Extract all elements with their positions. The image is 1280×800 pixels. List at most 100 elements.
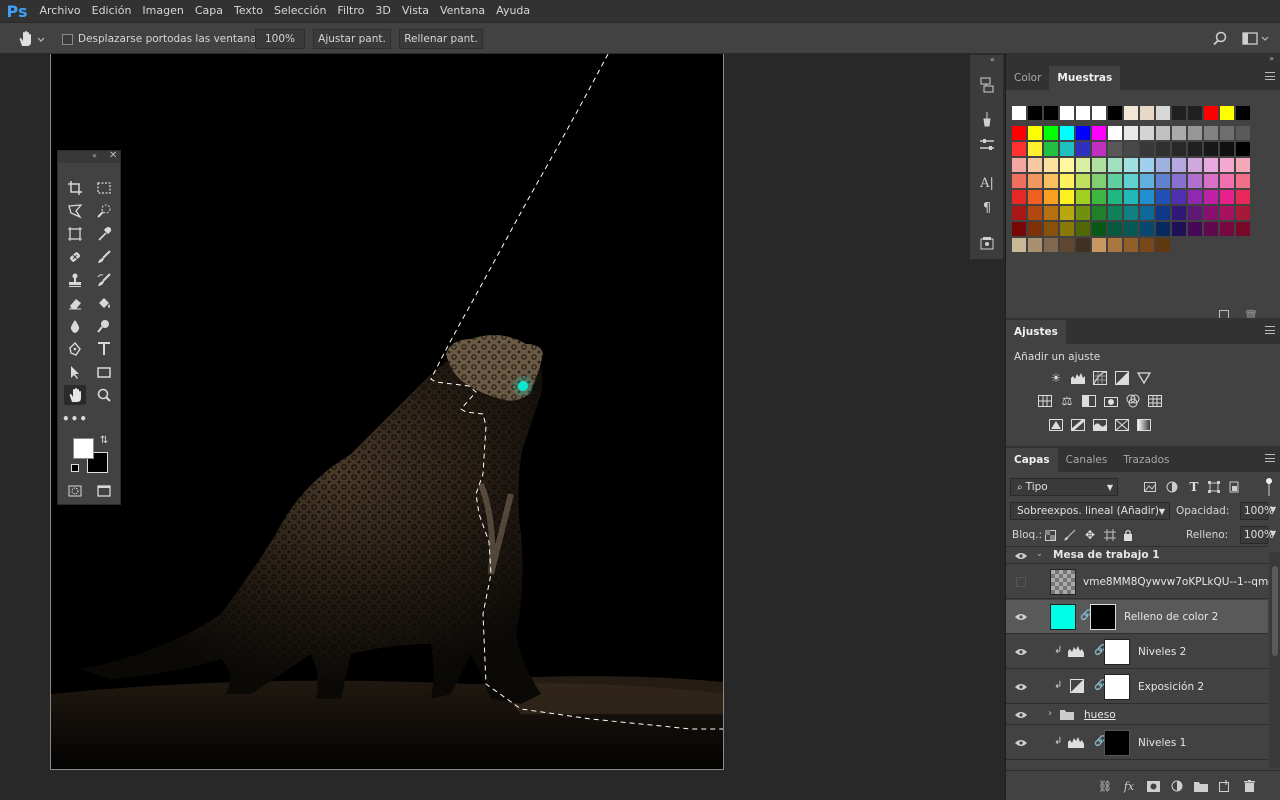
color-swatch[interactable] xyxy=(1012,142,1026,156)
search-icon[interactable] xyxy=(1212,29,1230,49)
color-swatch[interactable] xyxy=(1076,142,1090,156)
tab-canales[interactable]: Canales xyxy=(1058,448,1116,472)
color-swatch[interactable] xyxy=(1172,190,1186,204)
color-swatch[interactable] xyxy=(1028,158,1042,172)
scrollbar-thumb[interactable] xyxy=(1272,566,1278,656)
color-swatch[interactable] xyxy=(1236,142,1250,156)
path-selection-icon[interactable] xyxy=(64,362,86,382)
panel-menu-icon[interactable] xyxy=(1265,72,1275,80)
healing-brush-icon[interactable] xyxy=(64,247,86,267)
new-layer-icon[interactable] xyxy=(1218,779,1232,793)
color-swatch[interactable] xyxy=(1060,174,1074,188)
color-swatch[interactable] xyxy=(1236,206,1250,220)
fx-icon[interactable]: fx xyxy=(1122,779,1136,793)
rectangular-marquee-icon[interactable] xyxy=(93,178,115,198)
screen-mode-icon[interactable] xyxy=(93,481,115,501)
fill-screen-button[interactable]: Rellenar pant. xyxy=(399,29,483,49)
color-swatch[interactable] xyxy=(1124,222,1138,236)
eraser-icon[interactable] xyxy=(64,293,86,313)
color-swatch[interactable] xyxy=(1028,106,1042,120)
threshold-icon[interactable] xyxy=(1092,417,1108,433)
color-swatch[interactable] xyxy=(1172,142,1186,156)
layer-row[interactable]: ↲ 🔗 Niveles 1 xyxy=(1006,726,1268,760)
menu-vista[interactable]: Vista xyxy=(396,0,434,22)
polygonal-lasso-icon[interactable] xyxy=(64,201,86,221)
color-swatch[interactable] xyxy=(1124,190,1138,204)
levels-adjust-icon[interactable] xyxy=(1070,370,1086,386)
color-swatch[interactable] xyxy=(1188,206,1202,220)
photo-filter-icon[interactable] xyxy=(1103,393,1119,409)
layer-row[interactable]: › hueso xyxy=(1006,705,1268,725)
artboard[interactable] xyxy=(50,54,724,770)
color-swatch[interactable] xyxy=(1076,106,1090,120)
adjustments-menu-icon[interactable] xyxy=(1265,326,1275,334)
menu-3d[interactable]: 3D xyxy=(370,0,396,22)
color-swatch[interactable] xyxy=(1140,222,1154,236)
crop-tool-icon[interactable] xyxy=(64,178,86,198)
color-swatch[interactable] xyxy=(1092,126,1106,140)
pen-tool-icon[interactable] xyxy=(64,339,86,359)
color-swatch[interactable] xyxy=(1172,106,1186,120)
brightness-icon[interactable]: ☀ xyxy=(1048,370,1064,386)
menu-filtro[interactable]: Filtro xyxy=(332,0,370,22)
color-swatch[interactable] xyxy=(1108,174,1122,188)
tools-panel-header[interactable]: « ✕ xyxy=(58,150,120,163)
color-swatch[interactable] xyxy=(1188,126,1202,140)
color-swatch[interactable] xyxy=(1076,222,1090,236)
chevron-right-icon[interactable]: › xyxy=(1048,708,1052,719)
color-swatch[interactable] xyxy=(1236,174,1250,188)
color-swatch[interactable] xyxy=(1108,106,1122,120)
tab-capas[interactable]: Capas xyxy=(1006,448,1058,472)
visibility-eye-icon[interactable] xyxy=(1014,551,1028,561)
color-swatch[interactable] xyxy=(1060,190,1074,204)
color-swatch[interactable] xyxy=(1108,222,1122,236)
color-swatch[interactable] xyxy=(1108,126,1122,140)
clone-stamp-icon[interactable] xyxy=(64,270,86,290)
color-swatch[interactable] xyxy=(1108,190,1122,204)
color-swatch[interactable] xyxy=(1076,174,1090,188)
color-swatch[interactable] xyxy=(1188,142,1202,156)
color-swatch[interactable] xyxy=(1012,158,1026,172)
color-swatch[interactable] xyxy=(1076,190,1090,204)
color-swatch[interactable] xyxy=(1220,190,1234,204)
color-swatch[interactable] xyxy=(1156,222,1170,236)
menu-imagen[interactable]: Imagen xyxy=(137,0,189,22)
brush-settings-icon[interactable] xyxy=(977,109,997,129)
color-swatch[interactable] xyxy=(1156,174,1170,188)
layer-mask-thumbnail[interactable] xyxy=(1090,604,1116,630)
menu-archivo[interactable]: Archivo xyxy=(34,0,86,22)
color-swatch[interactable] xyxy=(1220,106,1234,120)
vibrance-icon[interactable] xyxy=(1136,370,1152,386)
color-swatch[interactable] xyxy=(1012,238,1026,252)
color-swatch[interactable] xyxy=(1156,158,1170,172)
curves-icon[interactable] xyxy=(1092,370,1108,386)
exposure-adjust-icon[interactable] xyxy=(1114,370,1130,386)
new-group-icon[interactable] xyxy=(1194,779,1208,793)
filter-toggle-icon[interactable] xyxy=(1263,478,1275,496)
menu-ayuda[interactable]: Ayuda xyxy=(491,0,536,22)
color-swatch[interactable] xyxy=(1044,126,1058,140)
zoom-100-button[interactable]: 100% xyxy=(255,29,305,49)
lock-pixels-icon[interactable] xyxy=(1062,527,1078,543)
color-swatch[interactable] xyxy=(1092,206,1106,220)
color-swatch[interactable] xyxy=(1060,158,1074,172)
blur-tool-icon[interactable] xyxy=(64,316,86,336)
color-swatch[interactable] xyxy=(1028,142,1042,156)
color-swatch[interactable] xyxy=(1060,106,1074,120)
filter-adjustment-icon[interactable] xyxy=(1164,479,1180,495)
color-swatch[interactable] xyxy=(1028,174,1042,188)
history-panel-icon[interactable] xyxy=(977,75,997,95)
hue-saturation-icon[interactable] xyxy=(1037,393,1053,409)
color-swatch[interactable] xyxy=(1140,206,1154,220)
posterize-icon[interactable] xyxy=(1070,417,1086,433)
channel-mixer-icon[interactable] xyxy=(1125,393,1141,409)
color-swatch[interactable] xyxy=(1204,142,1218,156)
document-canvas-area[interactable] xyxy=(0,54,1005,800)
menu-ventana[interactable]: Ventana xyxy=(434,0,490,22)
default-colors-icon[interactable] xyxy=(71,464,79,472)
color-swatch[interactable] xyxy=(1108,158,1122,172)
fill-field[interactable]: 100% xyxy=(1240,526,1274,544)
tab-ajustes[interactable]: Ajustes xyxy=(1006,320,1066,344)
color-swatch[interactable] xyxy=(1236,190,1250,204)
add-mask-icon[interactable] xyxy=(1146,779,1160,793)
